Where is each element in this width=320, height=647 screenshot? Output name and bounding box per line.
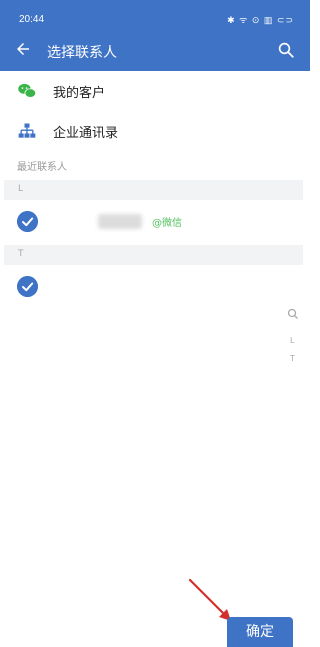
status-time: 20:44 xyxy=(19,14,45,25)
index-letter-t[interactable]: T xyxy=(290,354,295,363)
contact-row[interactable] xyxy=(0,266,310,308)
arrow-left-icon[interactable] xyxy=(14,40,32,58)
menu-item-my-customers[interactable]: 我的客户 xyxy=(0,71,310,111)
menu-item-enterprise-directory[interactable]: 企业通讯录 xyxy=(0,111,310,151)
org-chart-icon xyxy=(18,123,36,138)
wechat-icon xyxy=(18,83,37,98)
app-header: 20:44 ✱ ᯤ ⊙ ▥ ⊂⊃ 选择联系人 xyxy=(0,0,310,71)
menu-label-my-customers: 我的客户 xyxy=(53,86,106,101)
search-icon[interactable] xyxy=(277,41,295,59)
check-icon[interactable] xyxy=(17,276,38,297)
check-icon[interactable] xyxy=(17,211,38,232)
status-icons: ✱ ᯤ ⊙ ▥ ⊂⊃ xyxy=(227,15,294,25)
index-search-icon[interactable] xyxy=(287,308,299,320)
page-title: 选择联系人 xyxy=(47,45,117,61)
contact-row[interactable]: @微信 xyxy=(0,201,310,243)
wechat-tag: @微信 xyxy=(152,218,182,229)
group-letter: T xyxy=(18,249,24,259)
index-letter-l[interactable]: L xyxy=(290,336,294,345)
contact-name-blurred xyxy=(98,214,142,229)
status-bar: 20:44 ✱ ᯤ ⊙ ▥ ⊂⊃ xyxy=(0,0,310,30)
confirm-button[interactable]: 确定 xyxy=(227,617,293,647)
group-header-t: T xyxy=(4,245,303,265)
menu-label-enterprise-directory: 企业通讯录 xyxy=(53,126,119,141)
recent-contacts-label: 最近联系人 xyxy=(17,162,67,173)
group-header-l: L xyxy=(4,180,303,200)
group-letter: L xyxy=(18,184,24,194)
